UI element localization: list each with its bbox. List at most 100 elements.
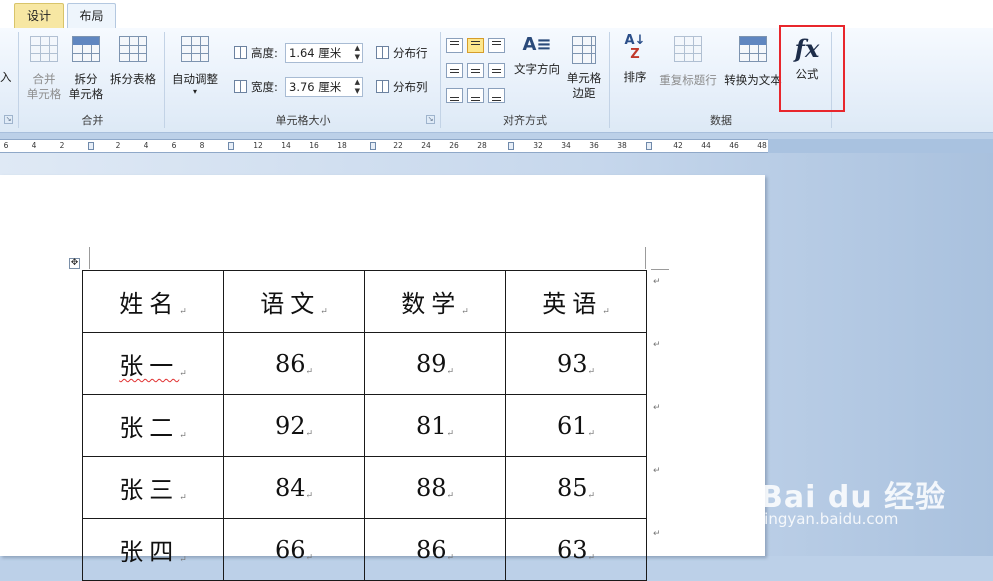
text-direction-button[interactable]: A≡ 文字方向 — [511, 34, 563, 77]
split-table-icon — [119, 36, 147, 62]
ruler-tick-label: 8 — [199, 141, 205, 150]
split-cells-button[interactable]: 拆分 单元格 — [66, 36, 106, 102]
data-group-label: 数据 — [710, 114, 732, 127]
cell-margins-icon — [572, 36, 596, 64]
width-input[interactable]: 3.76 厘米 ▲ ▼ — [285, 77, 363, 97]
table-header-row: 姓名↵ 语文↵ 数学↵ 英语↵ — [82, 270, 647, 333]
group-divider — [164, 32, 165, 128]
table-cell[interactable]: 84↵ — [223, 456, 365, 519]
table-row: 张四↵ 66↵ 86↵ 63↵ — [82, 518, 647, 581]
column-marker-handle[interactable] — [228, 142, 234, 150]
horizontal-ruler[interactable]: 6 4 2 2 4 6 8 12 14 16 18 22 24 26 28 32 34 36 38 42 44 46 48 — [0, 139, 768, 153]
merge-group-label: 合并 — [81, 114, 104, 127]
tab-layout[interactable]: 布局 — [67, 3, 116, 29]
spin-arrows-icon[interactable]: ▲ ▼ — [355, 44, 360, 62]
height-input[interactable]: 1.64 厘米 ▲ ▼ — [285, 43, 363, 63]
column-marker-handle[interactable] — [508, 142, 514, 150]
table-cell[interactable]: 张二↵ — [82, 394, 224, 457]
repeat-header-button[interactable]: 重复标题行 — [656, 36, 720, 88]
spin-arrows-icon[interactable]: ▲ ▼ — [355, 78, 360, 96]
sort-az-icon: A↓ Z — [624, 33, 646, 62]
table-cell[interactable]: 61↵ — [505, 394, 647, 457]
alignment-group-label: 对齐方式 — [503, 114, 547, 127]
table-cell[interactable]: 92↵ — [223, 394, 365, 457]
crop-mark — [89, 247, 90, 269]
align-bottom-right-button[interactable] — [488, 88, 505, 103]
align-middle-right-button[interactable] — [488, 63, 505, 78]
repeat-header-icon — [674, 36, 702, 62]
ruler-tick-label: 6 — [171, 141, 177, 150]
insert-button-cut[interactable]: 入 — [0, 70, 12, 85]
ruler-tick-label: 46 — [729, 141, 739, 150]
align-bottom-center-button[interactable] — [467, 88, 484, 103]
ruler-tick-label: 34 — [561, 141, 571, 150]
align-middle-left-button[interactable] — [446, 63, 463, 78]
autofit-icon — [181, 36, 209, 62]
ruler-tick-label: 48 — [757, 141, 767, 150]
row-end-mark: ↵ — [653, 529, 661, 539]
table-cell[interactable]: 86↵ — [364, 518, 506, 581]
convert-to-text-button[interactable]: 转换为文本 — [722, 36, 784, 88]
column-marker-handle[interactable] — [370, 142, 376, 150]
merge-cells-button[interactable]: 合并 单元格 — [24, 36, 64, 102]
autofit-button[interactable]: 自动调整 ▾ — [168, 36, 222, 97]
chevron-down-icon: ▾ — [192, 87, 197, 96]
distribute-rows-button[interactable]: 分布行 — [376, 45, 428, 61]
row-end-mark: ↵ — [653, 403, 661, 413]
ruler-tick-label: 22 — [393, 141, 403, 150]
table-row: 张三↵ 84↵ 88↵ 85↵ — [82, 456, 647, 519]
column-marker-handle[interactable] — [646, 142, 652, 150]
ruler-tick-label: 24 — [421, 141, 431, 150]
table-row: 张二↵ 92↵ 81↵ 61↵ — [82, 394, 647, 457]
split-table-button[interactable]: 拆分表格 — [108, 36, 158, 87]
align-bottom-left-button[interactable] — [446, 88, 463, 103]
cell-margins-button[interactable]: 单元格 边距 — [564, 36, 604, 101]
table-cell[interactable]: 89↵ — [364, 332, 506, 395]
table-cell[interactable]: 63↵ — [505, 518, 647, 581]
row-height-icon — [234, 46, 247, 59]
align-top-right-button[interactable] — [488, 38, 505, 53]
table-cell[interactable]: 86↵ — [223, 332, 365, 395]
ruler-tick-label: 18 — [337, 141, 347, 150]
align-top-center-button[interactable] — [467, 38, 484, 53]
ruler-tick-label: 16 — [309, 141, 319, 150]
row-end-mark: ↵ — [653, 277, 661, 287]
crop-mark — [651, 269, 669, 270]
align-top-left-button[interactable] — [446, 38, 463, 53]
column-marker-handle[interactable] — [88, 142, 94, 150]
table-cell[interactable]: 88↵ — [364, 456, 506, 519]
table-cell[interactable]: 语文↵ — [223, 270, 365, 333]
align-middle-center-button[interactable] — [467, 63, 484, 78]
convert-to-text-icon — [739, 36, 767, 62]
width-label: 宽度: — [234, 79, 278, 95]
formula-highlight-box — [779, 25, 845, 112]
table-cell[interactable]: 英语↵ — [505, 270, 647, 333]
ruler-tick-label: 6 — [3, 141, 9, 150]
table-cell[interactable]: 张一↵ — [82, 332, 224, 395]
dialog-launcher-icon[interactable]: ↘ — [4, 115, 13, 124]
row-end-mark: ↵ — [653, 466, 661, 476]
table-cell[interactable]: 张四↵ — [82, 518, 224, 581]
ruler-tick-label: 4 — [143, 141, 149, 150]
merge-cells-icon — [30, 36, 58, 62]
ruler-tick-label: 14 — [281, 141, 291, 150]
table-cell[interactable]: 66↵ — [223, 518, 365, 581]
table-cell[interactable]: 数学↵ — [364, 270, 506, 333]
sort-button[interactable]: A↓ Z 排序 — [618, 34, 652, 85]
table-cell[interactable]: 张三↵ — [82, 456, 224, 519]
crop-mark — [645, 247, 646, 269]
table-cell[interactable]: 姓名↵ — [82, 270, 224, 333]
table-cell[interactable]: 81↵ — [364, 394, 506, 457]
ruler-tick-label: 38 — [617, 141, 627, 150]
tab-design[interactable]: 设计 — [14, 3, 64, 28]
ruler-tick-label: 36 — [589, 141, 599, 150]
group-divider — [18, 32, 19, 128]
text-direction-icon: A≡ — [522, 34, 552, 55]
table-cell[interactable]: 85↵ — [505, 456, 647, 519]
table-move-handle-icon[interactable]: ✥ — [69, 258, 80, 269]
dialog-launcher-icon[interactable]: ↘ — [426, 115, 435, 124]
ruler-gray-area — [768, 139, 993, 153]
score-table[interactable]: 姓名↵ 语文↵ 数学↵ 英语↵ 张一↵ 86↵ 89↵ 93↵ 张二↵ 92↵ … — [82, 270, 647, 581]
table-cell[interactable]: 93↵ — [505, 332, 647, 395]
distribute-cols-button[interactable]: 分布列 — [376, 79, 428, 95]
